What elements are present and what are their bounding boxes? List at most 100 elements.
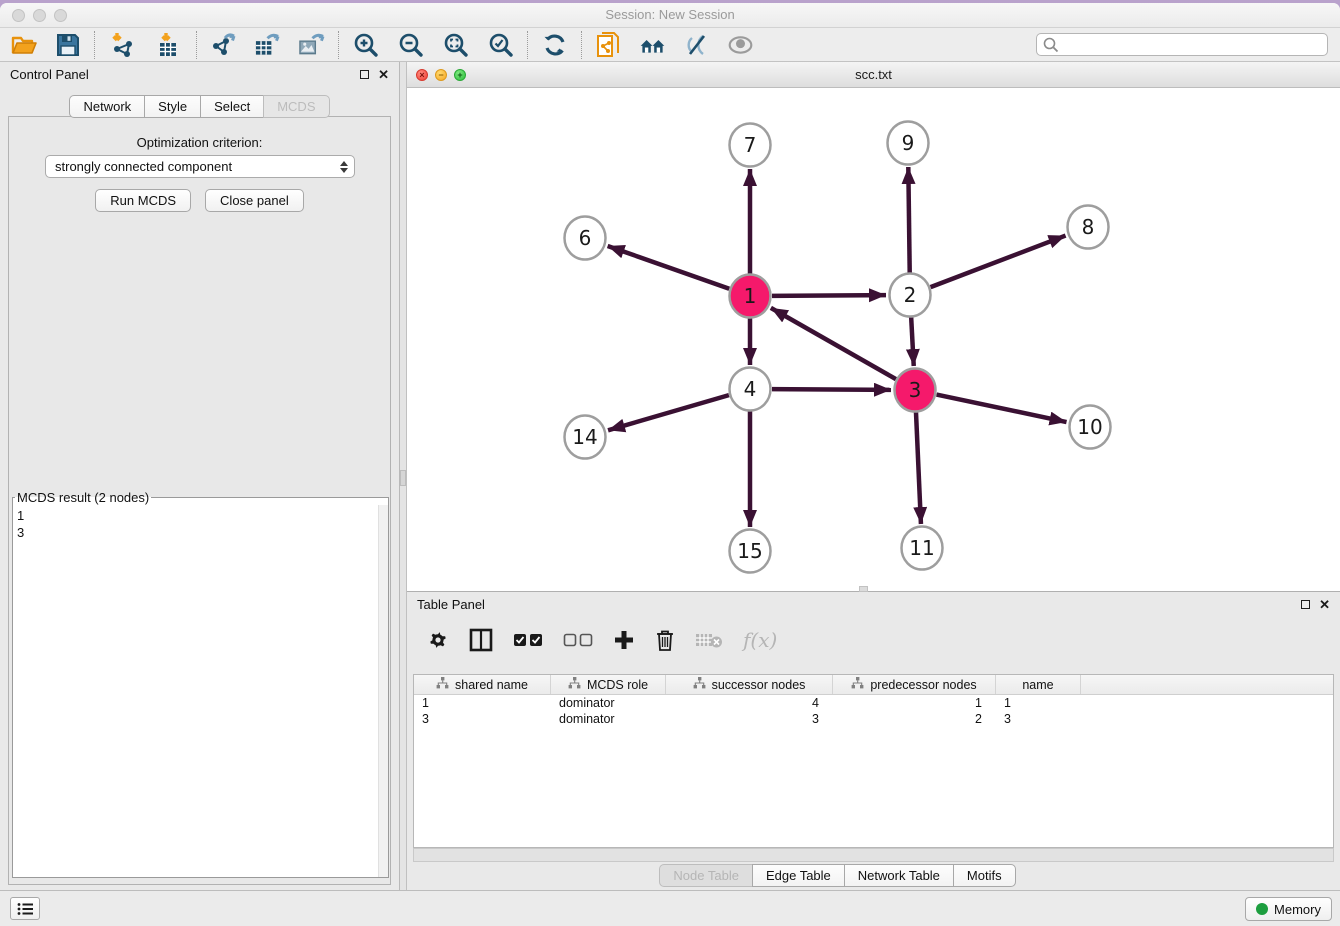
column-header-predecessor-nodes[interactable]: predecessor nodes <box>833 675 996 694</box>
graph-edge-3-11[interactable] <box>916 412 921 524</box>
table-cell[interactable]: 4 <box>666 695 833 711</box>
import-table-icon[interactable] <box>156 31 183 58</box>
graph-edge-4-3[interactable] <box>772 389 891 390</box>
network-maximize-icon[interactable]: + <box>454 69 466 81</box>
delete-table-icon[interactable] <box>695 631 723 649</box>
search-field[interactable] <box>1036 33 1328 56</box>
graph-edge-1-6[interactable] <box>608 246 730 289</box>
control-panel-title: Control Panel <box>10 67 89 82</box>
vizmapper-toggle-icon[interactable] <box>683 31 710 58</box>
column-header-name[interactable]: name <box>996 675 1081 694</box>
table-body: 1dominator4113dominator323 <box>414 695 1333 727</box>
tab-edge-table[interactable]: Edge Table <box>752 864 844 887</box>
graph-edge-3-10[interactable] <box>937 395 1067 422</box>
panel-splitter[interactable] <box>400 62 407 890</box>
table-toolbar: f(x) <box>415 618 1332 662</box>
tab-select[interactable]: Select <box>200 95 263 118</box>
table-cell[interactable]: 1 <box>833 695 996 711</box>
table-row[interactable]: 1dominator411 <box>414 695 1333 711</box>
network-canvas[interactable]: 7968124314101511 <box>407 88 1340 591</box>
run-mcds-button[interactable]: Run MCDS <box>95 189 191 212</box>
network-view-frame: × − + scc.txt 79681243141015 <box>407 62 1340 592</box>
network-canvas-svg: 7968124314101511 <box>407 88 1339 590</box>
table-cell[interactable]: 1 <box>414 695 551 711</box>
tab-network[interactable]: Network <box>69 95 144 118</box>
settings-gear-icon[interactable] <box>427 629 449 651</box>
memory-button[interactable]: Memory <box>1245 897 1332 921</box>
column-header-MCDS-role[interactable]: MCDS role <box>551 675 666 694</box>
zoom-selected-icon[interactable] <box>487 31 514 58</box>
deselect-all-checkboxes-icon[interactable] <box>563 633 593 647</box>
float-panel-icon[interactable] <box>1301 600 1310 609</box>
table-panel-title: Table Panel <box>417 597 485 612</box>
network-minimize-icon[interactable]: − <box>435 69 447 81</box>
table-horizontal-scrollbar[interactable] <box>413 848 1334 862</box>
column-header-shared-name[interactable]: shared name <box>414 675 551 694</box>
table-row[interactable]: 3dominator323 <box>414 711 1333 727</box>
export-network-icon[interactable] <box>210 31 237 58</box>
tab-node-table[interactable]: Node Table <box>659 864 752 887</box>
tab-mcds[interactable]: MCDS <box>263 95 329 118</box>
graph-edge-2-9[interactable] <box>908 167 909 273</box>
close-panel-button[interactable]: Close panel <box>205 189 304 212</box>
graph-edge-2-8[interactable] <box>931 236 1066 288</box>
graph-edge-2-3[interactable] <box>911 317 914 366</box>
function-builder-icon[interactable]: f(x) <box>743 628 777 652</box>
float-panel-icon[interactable] <box>360 70 369 79</box>
clone-network-icon[interactable] <box>595 31 622 58</box>
zoom-in-icon[interactable] <box>352 31 379 58</box>
table-cell[interactable]: 1 <box>996 695 1081 711</box>
criterion-dropdown[interactable]: strongly connected component <box>45 155 355 178</box>
table-panel: Table Panel ✕ <box>407 592 1340 890</box>
close-panel-icon[interactable]: ✕ <box>1319 600 1330 609</box>
control-panel-tabs: NetworkStyleSelectMCDS <box>0 95 399 118</box>
table-cell[interactable]: 3 <box>666 711 833 727</box>
refresh-layout-icon[interactable] <box>541 31 568 58</box>
open-session-icon[interactable] <box>10 31 37 58</box>
table-cell[interactable]: 3 <box>996 711 1081 727</box>
task-history-button[interactable] <box>10 897 40 920</box>
edge-layer <box>608 167 1067 527</box>
network-close-icon[interactable]: × <box>416 69 428 81</box>
control-panel: Control Panel ✕ NetworkStyleSelectMCDS O… <box>0 62 400 890</box>
graphics-details-toggle-icon[interactable] <box>727 31 754 58</box>
import-network-icon[interactable] <box>108 31 135 58</box>
export-table-icon[interactable] <box>254 31 281 58</box>
tab-motifs[interactable]: Motifs <box>953 864 1016 887</box>
delete-column-icon[interactable] <box>655 628 675 652</box>
graph-edge-1-2[interactable] <box>772 295 886 296</box>
zoom-fit-icon[interactable] <box>442 31 469 58</box>
graph-node-label: 14 <box>572 425 597 449</box>
add-column-icon[interactable] <box>613 629 635 651</box>
table-cell[interactable]: 2 <box>833 711 996 727</box>
sort-hierarchy-icon <box>851 677 864 692</box>
column-header-successor-nodes[interactable]: successor nodes <box>666 675 833 694</box>
tab-network-table[interactable]: Network Table <box>844 864 953 887</box>
node-table: shared nameMCDS rolesuccessor nodesprede… <box>413 674 1334 848</box>
table-header-row: shared nameMCDS rolesuccessor nodesprede… <box>414 675 1333 695</box>
memory-status-icon <box>1256 903 1268 915</box>
search-input[interactable] <box>1060 35 1327 54</box>
table-cell[interactable]: dominator <box>551 695 666 711</box>
criterion-dropdown-value: strongly connected component <box>55 159 340 174</box>
close-panel-icon[interactable]: ✕ <box>378 70 389 79</box>
mcds-result-box: MCDS result (2 nodes) 1 3 <box>12 490 389 878</box>
export-image-icon[interactable] <box>298 31 325 58</box>
table-panel-tabs: Node TableEdge TableNetwork TableMotifs <box>407 864 1268 887</box>
table-cell[interactable]: 3 <box>414 711 551 727</box>
result-scrollbar[interactable] <box>378 505 388 877</box>
table-cell[interactable]: dominator <box>551 711 666 727</box>
tab-style[interactable]: Style <box>144 95 200 118</box>
table-panel-header: Table Panel ✕ <box>407 592 1340 616</box>
first-neighbors-icon[interactable] <box>639 31 666 58</box>
select-all-checkboxes-icon[interactable] <box>513 633 543 647</box>
graph-edge-3-1[interactable] <box>771 308 896 379</box>
split-panel-icon[interactable] <box>469 628 493 652</box>
mcds-result-values[interactable]: 1 3 <box>13 505 388 877</box>
optimization-criterion-label: Optimization criterion: <box>0 135 399 150</box>
splitter-handle[interactable] <box>400 470 406 486</box>
graph-edge-4-14[interactable] <box>608 395 729 430</box>
zoom-out-icon[interactable] <box>397 31 424 58</box>
application-window: Session: New Session <box>0 3 1340 926</box>
save-session-icon[interactable] <box>54 31 81 58</box>
